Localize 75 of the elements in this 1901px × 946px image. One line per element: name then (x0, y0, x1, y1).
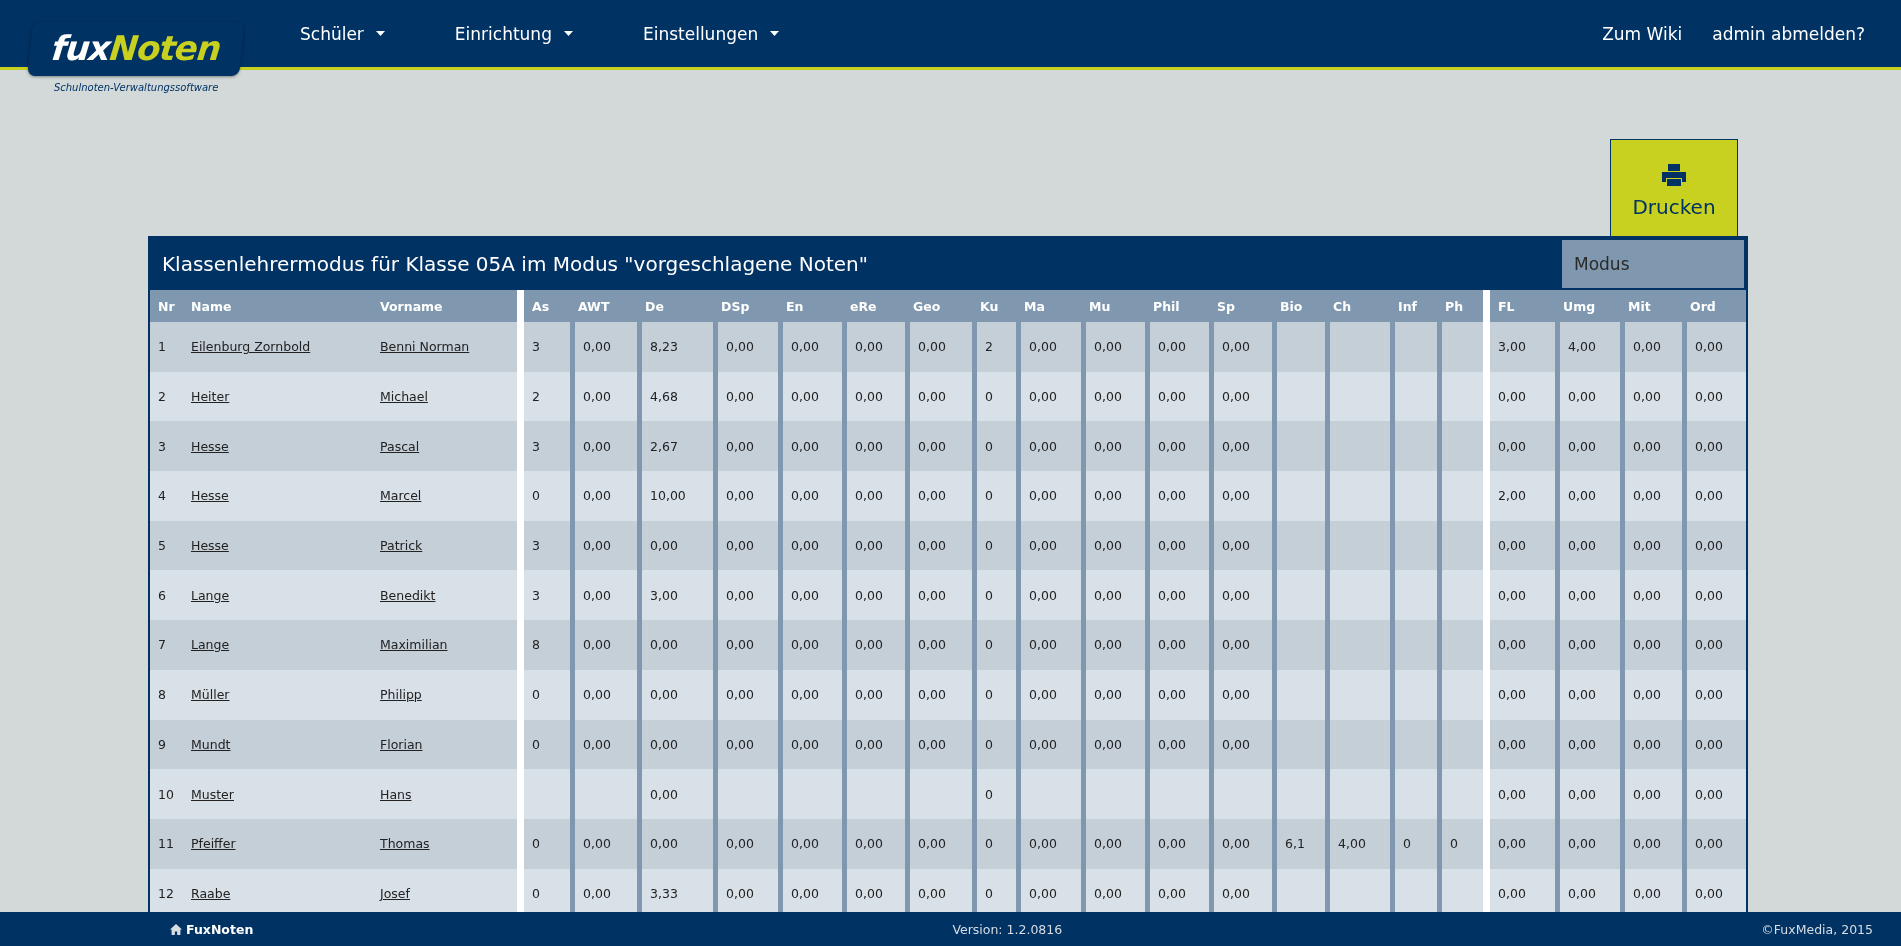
student-name-link[interactable]: Hesse (191, 538, 229, 554)
student-name-link[interactable]: Lange (191, 637, 230, 653)
table-cell: 1 (158, 339, 166, 355)
student-first-name-link[interactable]: Pascal (380, 438, 420, 454)
nav-menu[interactable]: Schüler (300, 23, 385, 44)
student-name-link[interactable]: Pfeiffer (191, 836, 236, 852)
home-link[interactable]: FuxNoten (170, 921, 254, 937)
table-cell: 6 (158, 587, 166, 603)
table-cell: 5 (158, 538, 166, 554)
table-cell: 7 (158, 637, 166, 653)
student-first-name-link[interactable]: Josef (380, 885, 410, 901)
version-text: Version: 1.2.0816 (952, 921, 1063, 937)
column-header: Ph (1444, 297, 1465, 316)
student-name-link[interactable]: Eilenburg Zornbold (191, 339, 311, 355)
student-name-link[interactable]: Lange (191, 587, 230, 603)
printer-icon (1661, 162, 1687, 187)
column-header: Ku (979, 297, 1000, 316)
print-button[interactable]: Drucken (1610, 139, 1738, 236)
nav-menu[interactable]: Einstellungen (642, 23, 780, 44)
student-first-name-link[interactable]: Patrick (380, 538, 423, 554)
table-cell: 10 (158, 786, 174, 802)
table-cell: 8 (158, 687, 166, 703)
column-header: Nr (157, 297, 176, 316)
nav-menu[interactable]: Einrichtung (454, 23, 573, 44)
column-header: Sp (1216, 297, 1236, 316)
table-cell: 4 (158, 488, 166, 504)
column-header: Ord (1689, 297, 1717, 316)
column-header: Mit (1627, 297, 1652, 316)
column-header: En (785, 297, 805, 316)
table-cell: 12 (158, 885, 174, 901)
home-icon (170, 923, 182, 935)
student-name-link[interactable]: Muster (191, 786, 234, 802)
column-header: Phil (1152, 297, 1181, 316)
logo-tagline: Schulnoten-Verwaltungssoftware (53, 82, 219, 93)
student-first-name-link[interactable]: Thomas (380, 836, 430, 852)
student-first-name-link[interactable]: Michael (380, 389, 428, 405)
table-cell: 3 (158, 438, 166, 454)
student-first-name-link[interactable]: Philipp (380, 687, 422, 703)
student-first-name-link[interactable]: Marcel (380, 488, 422, 504)
student-first-name-link[interactable]: Maximilian (380, 637, 448, 653)
column-header: Umg (1562, 297, 1597, 316)
table-title: Klassenlehrermodus für Klasse 05A im Modus "vorgeschlagene Noten" (161, 252, 868, 276)
student-name-link[interactable]: Müller (191, 687, 230, 703)
table-cell: 9 (158, 736, 166, 752)
column-header: Ma (1023, 297, 1046, 316)
column-header: eRe (849, 297, 878, 316)
caret-icon (563, 31, 573, 36)
caret-icon (375, 31, 385, 36)
column-header: Inf (1397, 297, 1418, 316)
student-name-link[interactable]: Heiter (191, 389, 230, 405)
header-link[interactable]: Zum Wiki (1602, 23, 1683, 44)
table-cell: 2 (158, 389, 166, 405)
column-header: AWT (577, 297, 611, 316)
copyright-text: ©FuxMedia, 2015 (1761, 921, 1873, 937)
student-name-link[interactable]: Mundt (191, 736, 231, 752)
column-header: Bio (1279, 297, 1304, 316)
column-header: Geo (912, 297, 942, 316)
column-header: Vorname (379, 297, 444, 316)
column-header: DSp (720, 297, 751, 316)
student-first-name-link[interactable]: Benedikt (380, 587, 436, 603)
app-logo[interactable]: fuxNoten (27, 22, 246, 76)
student-first-name-link[interactable]: Hans (380, 786, 412, 802)
mode-dropdown[interactable]: Modus (1562, 240, 1744, 288)
student-first-name-link[interactable]: Florian (380, 736, 423, 752)
student-name-link[interactable]: Raabe (191, 885, 231, 901)
header-link[interactable]: admin abmelden? (1712, 23, 1865, 44)
table-cell: 11 (158, 836, 174, 852)
column-header: Mu (1088, 297, 1112, 316)
student-name-link[interactable]: Hesse (191, 488, 229, 504)
column-header: Ch (1332, 297, 1353, 316)
student-name-link[interactable]: Hesse (191, 438, 229, 454)
column-header: Name (190, 297, 233, 316)
caret-icon (770, 31, 780, 36)
column-header: De (644, 297, 665, 316)
student-first-name-link[interactable]: Benni Norman (380, 339, 470, 355)
